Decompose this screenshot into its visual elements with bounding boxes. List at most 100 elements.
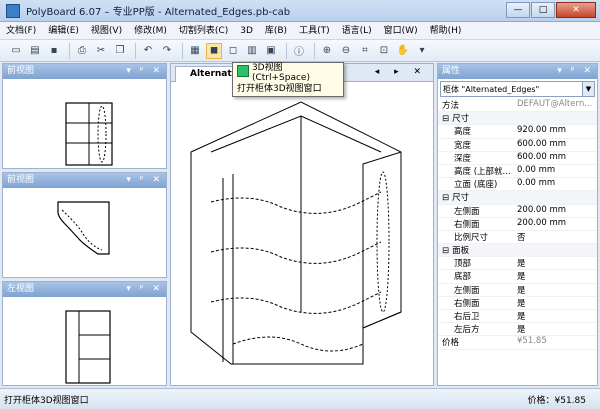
property-key: 宽度 bbox=[454, 140, 472, 151]
property-row[interactable]: 右侧面 是 bbox=[438, 297, 597, 310]
menu-view[interactable]: 视图(V) bbox=[85, 22, 128, 40]
zoom-in-icon[interactable]: ⊕ bbox=[319, 43, 335, 59]
close-button[interactable]: ✕ bbox=[556, 2, 596, 18]
property-row[interactable]: 底部 是 bbox=[438, 270, 597, 284]
property-row[interactable]: 高度 (上部就... 0.00 mm bbox=[438, 165, 597, 179]
property-value[interactable]: 否 bbox=[514, 231, 597, 243]
collapse-icon[interactable]: ⊟ bbox=[442, 114, 449, 124]
toolbar-separator bbox=[286, 42, 287, 59]
3d-view-window[interactable]: Alternated_Edges ◂ ▸ ✕ bbox=[170, 63, 434, 386]
property-value[interactable]: 600.00 mm bbox=[514, 139, 597, 151]
property-key: 尺寸 bbox=[452, 114, 470, 125]
panel-controls[interactable]: ▾ ᵖ ✕ bbox=[557, 64, 597, 79]
3d-view-icon[interactable]: ◼ bbox=[206, 42, 222, 59]
panel-title: 左视图 bbox=[7, 284, 35, 294]
property-value[interactable]: 是 bbox=[514, 310, 597, 322]
property-value[interactable]: 920.00 mm bbox=[514, 125, 597, 137]
property-row[interactable]: 价格 ¥51.85 bbox=[438, 336, 597, 350]
property-row[interactable]: 左侧面 是 bbox=[438, 284, 597, 297]
cabinet-label: 柜体 bbox=[443, 84, 459, 94]
cut-icon[interactable]: ✂ bbox=[93, 43, 109, 59]
menu-help[interactable]: 帮助(H) bbox=[424, 22, 468, 40]
property-value[interactable]: 是 bbox=[514, 323, 597, 335]
tooltip-description: 打开柜体3D视图窗口 bbox=[237, 83, 322, 94]
tab-controls[interactable]: ◂ ▸ ✕ bbox=[375, 67, 427, 77]
save-icon[interactable]: ▪ bbox=[46, 43, 62, 59]
cabinet-selector[interactable]: 柜体 "Alternated_Edges" ▼ bbox=[440, 81, 595, 97]
property-value[interactable]: 是 bbox=[514, 284, 597, 296]
zoom-out-icon[interactable]: ⊖ bbox=[338, 43, 354, 59]
menu-modify[interactable]: 修改(M) bbox=[128, 22, 173, 40]
open-folder-icon[interactable]: ▤ bbox=[27, 43, 43, 59]
window-controls: — □ ✕ bbox=[506, 2, 596, 18]
menu-3d[interactable]: 3D bbox=[234, 22, 259, 40]
pan-hand-icon[interactable]: ✋ bbox=[395, 43, 411, 59]
property-value bbox=[514, 191, 597, 203]
property-row[interactable]: 深度 600.00 mm bbox=[438, 152, 597, 165]
copy-icon[interactable]: ❐ bbox=[112, 43, 128, 59]
menu-edit[interactable]: 编辑(E) bbox=[42, 22, 85, 40]
property-value[interactable]: 是 bbox=[514, 297, 597, 309]
property-row[interactable]: 高度 920.00 mm bbox=[438, 125, 597, 139]
menu-tools[interactable]: 工具(T) bbox=[293, 22, 336, 40]
new-document-icon[interactable]: ▭ bbox=[8, 43, 24, 59]
property-row[interactable]: 比例尺寸 否 bbox=[438, 231, 597, 245]
property-row[interactable]: 右后卫 是 bbox=[438, 310, 597, 324]
panel-controls[interactable]: ▾ ᵖ ✕ bbox=[126, 282, 166, 297]
property-row[interactable]: 左后方 是 bbox=[438, 323, 597, 337]
3d-cube-icon bbox=[237, 65, 249, 77]
property-value[interactable]: 是 bbox=[514, 270, 597, 282]
chevron-down-icon[interactable]: ▼ bbox=[582, 82, 594, 96]
3d-cube-icon[interactable]: ◻ bbox=[225, 43, 241, 59]
property-row[interactable]: 左侧面 200.00 mm bbox=[438, 205, 597, 218]
menu-window[interactable]: 窗口(W) bbox=[378, 22, 424, 40]
left-view-panel: 左视图 ▾ ᵖ ✕ bbox=[2, 281, 167, 386]
minimize-button[interactable]: — bbox=[506, 2, 530, 18]
panel-controls[interactable]: ▾ ᵖ ✕ bbox=[126, 64, 166, 79]
collapse-icon[interactable]: ⊟ bbox=[442, 246, 449, 256]
cabinet-properties-icon[interactable]: ▦ bbox=[187, 43, 203, 59]
property-row[interactable]: 宽度 600.00 mm bbox=[438, 139, 597, 152]
properties-header: 属性 ▾ ᵖ ✕ bbox=[438, 64, 597, 79]
property-value bbox=[514, 244, 597, 256]
panel-controls[interactable]: ▾ ᵖ ✕ bbox=[126, 173, 166, 188]
property-value[interactable]: 0.00 mm bbox=[514, 165, 597, 177]
maximize-button[interactable]: □ bbox=[531, 2, 555, 18]
zoom-fit-icon[interactable]: ⌗ bbox=[357, 43, 373, 59]
collapse-icon[interactable]: ⊟ bbox=[442, 193, 449, 203]
property-group-row[interactable]: ⊟ 尺寸 bbox=[438, 191, 597, 205]
property-row[interactable]: 顶部 是 bbox=[438, 257, 597, 271]
property-row[interactable]: 右侧面 200.00 mm bbox=[438, 218, 597, 231]
property-key: 面板 bbox=[452, 246, 470, 257]
property-row[interactable]: 方法 DEFAUT@Altern... bbox=[438, 99, 597, 113]
property-value[interactable]: ¥51.85 bbox=[514, 336, 597, 348]
property-value[interactable]: 0.00 mm bbox=[514, 178, 597, 190]
tooltip-title: 3D视图 (Ctrl+Space) bbox=[251, 62, 310, 83]
info-icon[interactable]: ⓘ bbox=[291, 43, 307, 59]
property-row[interactable]: 立面 (底座) 0.00 mm bbox=[438, 178, 597, 192]
property-value[interactable]: 是 bbox=[514, 257, 597, 269]
document-tab[interactable]: Alternated_Edges bbox=[175, 66, 235, 82]
menu-library[interactable]: 库(B) bbox=[259, 22, 293, 40]
tools-icon[interactable]: ▣ bbox=[263, 43, 279, 59]
toolbar-overflow-icon[interactable]: ▾ bbox=[414, 43, 430, 59]
property-group-row[interactable]: ⊟ 尺寸 bbox=[438, 112, 597, 126]
property-key: 价格 bbox=[442, 338, 460, 349]
property-key: 右侧面 bbox=[454, 298, 480, 309]
property-value[interactable]: DEFAUT@Altern... bbox=[514, 99, 597, 111]
property-key: 高度 (上部就... bbox=[454, 166, 511, 177]
redo-icon[interactable]: ↷ bbox=[159, 43, 175, 59]
undo-icon[interactable]: ↶ bbox=[140, 43, 156, 59]
menu-file[interactable]: 文档(F) bbox=[0, 22, 42, 40]
property-value[interactable]: 600.00 mm bbox=[514, 152, 597, 164]
3d-view-tooltip: 3D视图 (Ctrl+Space) 打开柜体3D视图窗口 bbox=[232, 62, 344, 97]
property-value[interactable]: 200.00 mm bbox=[514, 218, 597, 230]
library-icon[interactable]: ▥ bbox=[244, 43, 260, 59]
zoom-window-icon[interactable]: ⊡ bbox=[376, 43, 392, 59]
menu-language[interactable]: 语言(L) bbox=[336, 22, 378, 40]
property-group-row[interactable]: ⊟ 面板 bbox=[438, 244, 597, 258]
print-icon[interactable]: ⎙ bbox=[74, 43, 90, 59]
property-value[interactable]: 200.00 mm bbox=[514, 205, 597, 217]
menu-cutlist[interactable]: 切割列表(C) bbox=[173, 22, 234, 40]
title-bar: PolyBoard 6.07 – 专业PP版 - Alternated_Edge… bbox=[0, 0, 600, 22]
